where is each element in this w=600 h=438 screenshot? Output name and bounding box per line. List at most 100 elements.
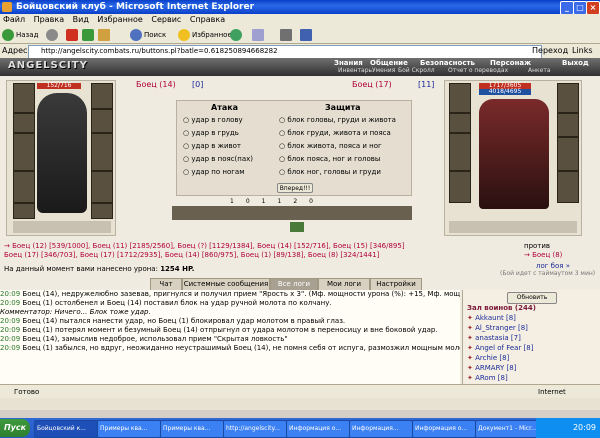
taskbar-item[interactable]: Информация о... [412, 420, 476, 438]
taskbar-item[interactable]: Информация о... [286, 420, 350, 438]
left-fighter-name[interactable]: Боец (14) [136, 80, 176, 89]
taskbar-item[interactable]: Документ1 - Micr... [475, 420, 539, 438]
user-item[interactable]: ✦ ARMARY [8] [467, 363, 597, 373]
print-button[interactable] [280, 28, 294, 42]
forward-button[interactable] [46, 28, 60, 42]
print-icon [280, 29, 292, 41]
leggings-slot[interactable] [91, 171, 113, 203]
participants-line-2[interactable]: Боец (17) [346/703], Боец (17) [1712/293… [4, 251, 524, 260]
user-name[interactable]: anastasia [7] [475, 334, 521, 342]
home-button[interactable] [98, 28, 112, 42]
go-button[interactable]: Переход [532, 44, 568, 58]
defense-option[interactable]: ○ блок груди, живота и пояса [279, 127, 409, 140]
subnav-transfers[interactable]: Отчет о переводах [448, 67, 508, 75]
fighters-header: Боец (14) [0] Боец (17) [11] [130, 80, 450, 90]
special-skill-icon[interactable] [290, 222, 304, 232]
right-fighter-level: [11] [418, 80, 435, 89]
nav-knowledge[interactable]: Знания [334, 59, 363, 67]
refresh-button[interactable] [82, 28, 96, 42]
maximize-button[interactable]: □ [573, 1, 587, 15]
taskbar-item[interactable]: Информация... [349, 420, 413, 438]
user-item[interactable]: ✦ Akkaunt [8] [467, 313, 597, 323]
defense-option[interactable]: ○ блок головы, груди и живота [279, 114, 409, 127]
subnav-skills[interactable]: Умения [372, 67, 395, 75]
mail-button[interactable] [252, 28, 266, 42]
right-necklace-slot[interactable] [449, 113, 471, 133]
right-fighter-name[interactable]: Боец (17) [352, 80, 392, 89]
user-name[interactable]: Akkaunt [8] [475, 314, 516, 322]
user-item[interactable]: ✦ ARom [8] [467, 373, 597, 383]
close-button[interactable]: × [586, 1, 600, 15]
taskbar-item[interactable]: Примеры ква... [160, 420, 224, 438]
stop-button[interactable] [66, 28, 80, 42]
history-button[interactable] [230, 28, 244, 42]
defense-option[interactable]: ○ блок живота, пояса и ног [279, 140, 409, 153]
chat-log[interactable]: 20:09 Боец (14), недружелюбно зазевав, п… [0, 290, 460, 384]
game-area: ANGELSCITY Знания Общение Безопасность П… [0, 58, 600, 384]
participants-line-1[interactable]: → Боец (12) [539/1000], Боец (11) [2185/… [4, 242, 524, 251]
minimize-button[interactable]: _ [560, 1, 574, 15]
address-input[interactable]: http://angelscity.combats.ru/buttons.pl?… [28, 45, 542, 59]
nav-character[interactable]: Персонаж [490, 59, 531, 67]
attack-option[interactable]: ○ удар в голову [183, 114, 283, 127]
attack-option[interactable]: ○ удар в грудь [183, 127, 283, 140]
right-gloves-slot[interactable] [557, 113, 579, 137]
menu-help[interactable]: Справка [190, 15, 225, 24]
shield-slot[interactable] [91, 133, 113, 171]
user-name[interactable]: Archie [8] [475, 354, 509, 362]
user-item[interactable]: ✦ Archie [8] [467, 353, 597, 363]
battle-log-link[interactable]: лог боя » [536, 262, 570, 270]
helmet-slot[interactable] [13, 83, 35, 113]
boots-slot[interactable] [91, 203, 113, 219]
links-button[interactable]: Links [572, 44, 593, 58]
weapon-slot[interactable] [13, 133, 35, 171]
right-boots-slot[interactable] [557, 171, 579, 203]
attack-option[interactable]: ○ удар по ногам [183, 166, 283, 179]
edit-button[interactable] [300, 28, 314, 42]
defense-option[interactable]: ○ блок пояса, ног и головы [279, 153, 409, 166]
user-item[interactable]: ✦ Angel of Fear [8] [467, 343, 597, 353]
right-weapon-slot[interactable] [449, 133, 471, 171]
user-name[interactable]: ARMARY [8] [475, 364, 516, 372]
subnav-battle-scroll[interactable]: Бой Скролл [398, 67, 435, 75]
subnav-inventory[interactable]: Инвентарь [338, 67, 372, 75]
attack-option[interactable]: ○ удар в живот [183, 140, 283, 153]
belt-slot[interactable] [13, 203, 35, 219]
right-helmet-slot[interactable] [449, 83, 471, 113]
right-shield-slot[interactable] [557, 137, 579, 171]
user-name[interactable]: Al_Stranger [8] [475, 324, 528, 332]
user-item[interactable]: ✦ Al_Stranger [8] [467, 323, 597, 333]
nav-security[interactable]: Безопасность [420, 59, 475, 67]
nav-communication[interactable]: Общение [370, 59, 408, 67]
menu-edit[interactable]: Правка [34, 15, 64, 24]
refresh-users-button[interactable]: Обновить [507, 292, 557, 304]
taskbar-item[interactable]: http://angelscity... [223, 420, 287, 438]
earring-slot[interactable] [91, 83, 113, 109]
nav-exit[interactable]: Выход [562, 59, 589, 67]
taskbar-item[interactable]: Бойцовский к... [34, 420, 98, 438]
necklace-slot[interactable] [13, 113, 35, 133]
user-item[interactable]: ✦ anastasia [7] [467, 333, 597, 343]
menu-tools[interactable]: Сервис [151, 15, 181, 24]
search-button[interactable]: Поиск [130, 28, 166, 42]
gloves-slot[interactable] [91, 109, 113, 133]
back-arrow-icon [2, 29, 14, 41]
subnav-profile[interactable]: Анкета [528, 67, 551, 75]
menu-favorites[interactable]: Избранное [97, 15, 142, 24]
favorites-button[interactable]: Избранное [178, 28, 232, 42]
right-earring-slot[interactable] [557, 83, 579, 113]
armor-slot[interactable] [13, 171, 35, 203]
defense-option[interactable]: ○ блок ног, головы и груди [279, 166, 409, 179]
user-name[interactable]: Angel of Fear [8] [475, 344, 533, 352]
menu-view[interactable]: Вид [73, 15, 89, 24]
back-button[interactable]: Назад [2, 28, 38, 42]
menu-file[interactable]: Файл [3, 15, 25, 24]
attack-option[interactable]: ○ удар в пояс(пах) [183, 153, 283, 166]
taskbar-item[interactable]: Примеры ква... [97, 420, 161, 438]
versus-right[interactable]: → Боец (8) [524, 251, 598, 260]
user-name[interactable]: ARom [8] [475, 374, 508, 382]
go-fight-button[interactable]: Вперед!!! [277, 183, 313, 193]
right-armor-slot[interactable] [449, 171, 471, 203]
start-button[interactable]: Пуск [0, 419, 30, 437]
chat-line: 20:09 Боец (14), недружелюбно зазевав, п… [0, 290, 460, 299]
